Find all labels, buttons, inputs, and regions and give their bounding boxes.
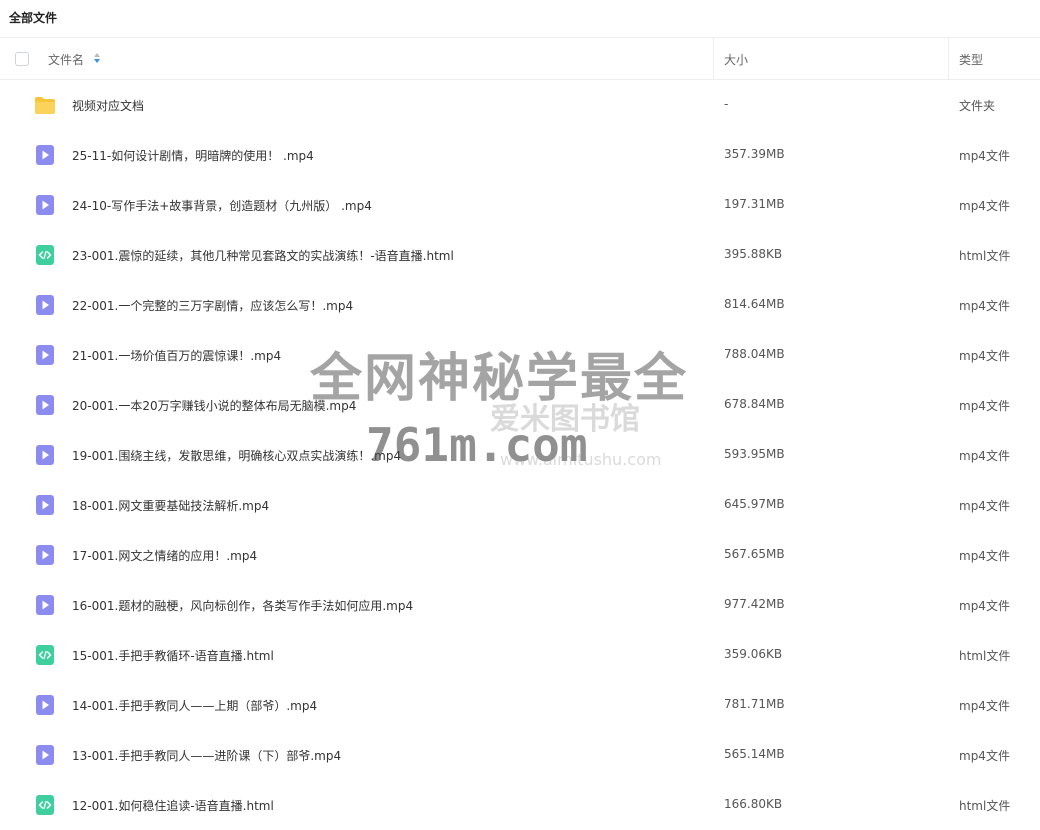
html-file-icon <box>34 794 56 816</box>
file-name[interactable]: 14-001.手把手教同人——上期（部爷）.mp4 <box>72 697 317 714</box>
file-row[interactable]: 25-11-如何设计剧情，明暗牌的使用！ .mp4 357.39MB mp4文件 <box>0 130 1040 180</box>
video-file-icon <box>34 344 56 366</box>
file-row[interactable]: 20-001.一本20万字赚钱小说的整体布局无脑模.mp4 678.84MB m… <box>0 380 1040 430</box>
file-type: mp4文件 <box>959 299 1010 313</box>
column-divider <box>713 38 714 79</box>
file-name[interactable]: 12-001.如何稳住追读-语音直播.html <box>72 797 274 814</box>
file-row[interactable]: 15-001.手把手教循环-语音直播.html 359.06KB html文件 <box>0 630 1040 680</box>
file-row[interactable]: 13-001.手把手教同人——进阶课（下）部爷.mp4 565.14MB mp4… <box>0 730 1040 780</box>
file-name[interactable]: 21-001.一场价值百万的震惊课！.mp4 <box>72 347 281 364</box>
file-type: mp4文件 <box>959 399 1010 413</box>
video-file-icon <box>34 744 56 766</box>
file-size: 395.88KB <box>724 247 783 261</box>
sort-icon[interactable] <box>93 52 101 64</box>
video-file-icon <box>34 194 56 216</box>
file-type: mp4文件 <box>959 749 1010 763</box>
file-size: 197.31MB <box>724 197 785 211</box>
column-divider <box>948 38 949 79</box>
folder-icon <box>34 94 56 116</box>
file-name[interactable]: 23-001.震惊的延续，其他几种常见套路文的实战演练！-语音直播.html <box>72 247 454 264</box>
file-type: mp4文件 <box>959 599 1010 613</box>
file-row[interactable]: 24-10-写作手法+故事背景，创造题材（九州版） .mp4 197.31MB … <box>0 180 1040 230</box>
file-row[interactable]: 14-001.手把手教同人——上期（部爷）.mp4 781.71MB mp4文件 <box>0 680 1040 730</box>
file-size: 781.71MB <box>724 697 785 711</box>
file-size: 166.80KB <box>724 797 783 811</box>
file-row[interactable]: 18-001.网文重要基础技法解析.mp4 645.97MB mp4文件 <box>0 480 1040 530</box>
file-type: html文件 <box>959 799 1011 813</box>
file-type: mp4文件 <box>959 349 1010 363</box>
video-file-icon <box>34 394 56 416</box>
file-size: 359.06KB <box>724 647 783 661</box>
file-name[interactable]: 22-001.一个完整的三万字剧情，应该怎么写！.mp4 <box>72 297 353 314</box>
file-type: html文件 <box>959 249 1011 263</box>
file-type: 文件夹 <box>959 99 996 113</box>
breadcrumb[interactable]: 全部文件 <box>0 0 1040 38</box>
html-file-icon <box>34 244 56 266</box>
select-all-checkbox[interactable] <box>15 52 29 66</box>
file-type: mp4文件 <box>959 699 1010 713</box>
file-row[interactable]: 22-001.一个完整的三万字剧情，应该怎么写！.mp4 814.64MB mp… <box>0 280 1040 330</box>
video-file-icon <box>34 144 56 166</box>
file-name[interactable]: 17-001.网文之情绪的应用！.mp4 <box>72 547 257 564</box>
file-row[interactable]: 视频对应文档 - 文件夹 <box>0 80 1040 130</box>
column-header-name[interactable]: 文件名 <box>48 51 84 68</box>
file-size: 678.84MB <box>724 397 785 411</box>
file-size: - <box>724 97 729 111</box>
file-type: mp4文件 <box>959 199 1010 213</box>
video-file-icon <box>34 594 56 616</box>
column-header-size[interactable]: 大小 <box>724 51 748 68</box>
file-name[interactable]: 18-001.网文重要基础技法解析.mp4 <box>72 497 269 514</box>
video-file-icon <box>34 444 56 466</box>
file-name[interactable]: 16-001.题材的融梗，风向标创作，各类写作手法如何应用.mp4 <box>72 597 413 614</box>
file-row[interactable]: 23-001.震惊的延续，其他几种常见套路文的实战演练！-语音直播.html 3… <box>0 230 1040 280</box>
file-row[interactable]: 16-001.题材的融梗，风向标创作，各类写作手法如何应用.mp4 977.42… <box>0 580 1040 630</box>
file-name[interactable]: 19-001.围绕主线，发散思维，明确核心双点实战演练！.mp4 <box>72 447 401 464</box>
file-size: 593.95MB <box>724 447 785 461</box>
file-list: 视频对应文档 - 文件夹 25-11-如何设计剧情，明暗牌的使用！ .mp4 3… <box>0 80 1040 830</box>
file-row[interactable]: 19-001.围绕主线，发散思维，明确核心双点实战演练！.mp4 593.95M… <box>0 430 1040 480</box>
file-type: mp4文件 <box>959 499 1010 513</box>
file-list-header: 文件名 大小 类型 <box>0 38 1040 80</box>
file-size: 645.97MB <box>724 497 785 511</box>
video-file-icon <box>34 294 56 316</box>
video-file-icon <box>34 694 56 716</box>
file-row[interactable]: 17-001.网文之情绪的应用！.mp4 567.65MB mp4文件 <box>0 530 1040 580</box>
file-type: html文件 <box>959 649 1011 663</box>
file-size: 977.42MB <box>724 597 785 611</box>
file-name[interactable]: 视频对应文档 <box>72 97 144 114</box>
file-name[interactable]: 20-001.一本20万字赚钱小说的整体布局无脑模.mp4 <box>72 397 356 414</box>
file-name[interactable]: 25-11-如何设计剧情，明暗牌的使用！ .mp4 <box>72 147 314 164</box>
file-name[interactable]: 24-10-写作手法+故事背景，创造题材（九州版） .mp4 <box>72 197 372 214</box>
file-type: mp4文件 <box>959 549 1010 563</box>
file-type: mp4文件 <box>959 449 1010 463</box>
file-size: 565.14MB <box>724 747 785 761</box>
video-file-icon <box>34 544 56 566</box>
file-row[interactable]: 21-001.一场价值百万的震惊课！.mp4 788.04MB mp4文件 <box>0 330 1040 380</box>
column-header-type[interactable]: 类型 <box>959 51 983 68</box>
file-size: 357.39MB <box>724 147 785 161</box>
file-size: 788.04MB <box>724 347 785 361</box>
file-size: 567.65MB <box>724 547 785 561</box>
file-size: 814.64MB <box>724 297 785 311</box>
file-name[interactable]: 13-001.手把手教同人——进阶课（下）部爷.mp4 <box>72 747 341 764</box>
video-file-icon <box>34 494 56 516</box>
file-row[interactable]: 12-001.如何稳住追读-语音直播.html 166.80KB html文件 <box>0 780 1040 830</box>
file-name[interactable]: 15-001.手把手教循环-语音直播.html <box>72 647 274 664</box>
file-type: mp4文件 <box>959 149 1010 163</box>
html-file-icon <box>34 644 56 666</box>
